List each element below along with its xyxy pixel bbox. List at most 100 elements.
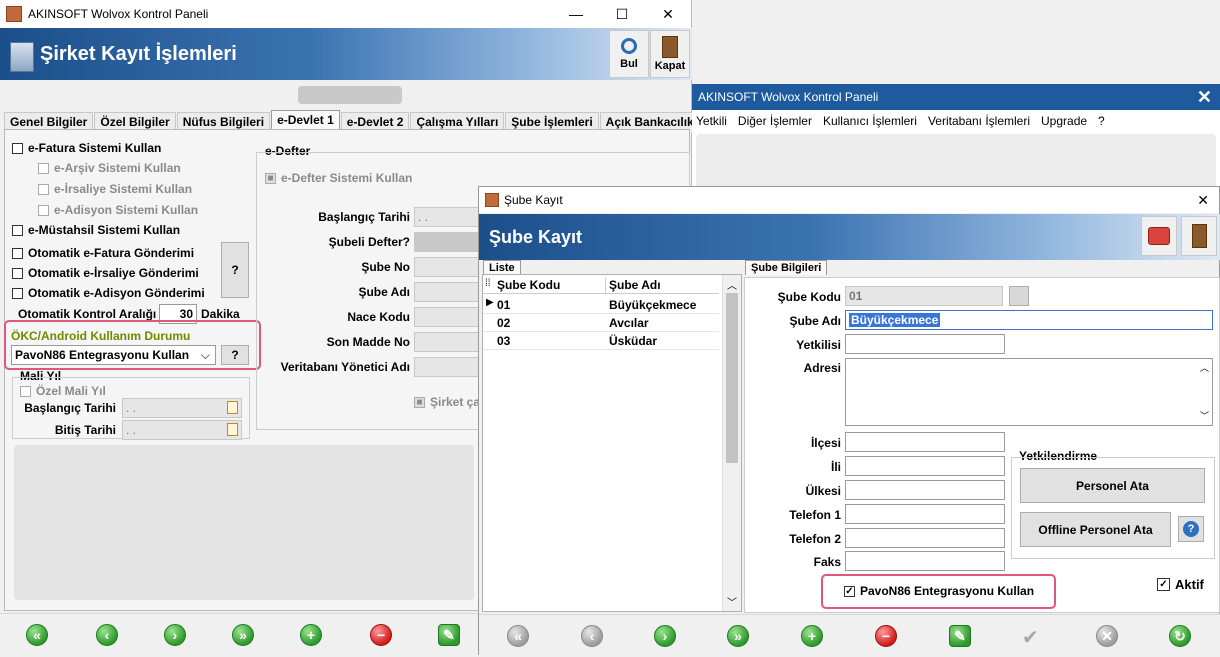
- refresh-icon[interactable]: ↻: [1169, 625, 1191, 647]
- il-label: İli: [830, 460, 841, 474]
- edefter-start-input[interactable]: . .: [414, 207, 484, 227]
- sube-no-input[interactable]: [414, 257, 484, 277]
- tab-e-devlet-1[interactable]: e-Devlet 1: [271, 110, 340, 131]
- list-header: ⁞⁞ Şube Kodu Şube Adı: [483, 277, 719, 294]
- delete-record-icon[interactable]: −: [370, 624, 392, 646]
- scroll-up-icon[interactable]: ︿: [1200, 360, 1209, 376]
- nace-kodu-label: Nace Kodu: [347, 310, 410, 324]
- prev-record-icon[interactable]: ‹: [96, 624, 118, 646]
- auto-send-help-button[interactable]: ?: [221, 242, 249, 298]
- help-icon: ?: [1183, 521, 1199, 537]
- mali-end-input[interactable]: . .: [122, 420, 242, 440]
- back-window: AKINSOFT Wolvox Kontrol Paneli ✕ Yetkili…: [692, 84, 1220, 194]
- sube-header-title: Şube Kayıt: [489, 227, 583, 247]
- telefon1-input[interactable]: [845, 504, 1005, 524]
- edit-record-icon[interactable]: ✎: [438, 624, 460, 646]
- save-record-button[interactable]: [1141, 216, 1177, 256]
- add-record-icon[interactable]: +: [801, 625, 823, 647]
- mali-start-label: Başlangıç Tarihi: [24, 401, 116, 415]
- mali-start-input[interactable]: . .: [122, 398, 242, 418]
- next-record-icon[interactable]: ›: [654, 625, 676, 647]
- sube-adi-input[interactable]: Büyükçekmece: [845, 310, 1213, 330]
- door-exit-icon: [1191, 224, 1207, 248]
- next-record-icon[interactable]: ›: [164, 624, 186, 646]
- yetkili-label: Yetkilisi: [796, 338, 841, 352]
- menu-help[interactable]: ?: [1098, 114, 1105, 128]
- maximize-icon[interactable]: ☐: [599, 0, 645, 28]
- find-button[interactable]: Bul: [609, 30, 649, 78]
- okc-select[interactable]: PavoN86 Entegrasyonu Kullan ⌵: [11, 345, 216, 365]
- ulke-input[interactable]: [845, 480, 1005, 500]
- sube-adi-input[interactable]: [414, 282, 484, 302]
- emustahsil-checkbox[interactable]: e-Müstahsil Sistemi Kullan: [12, 223, 180, 237]
- col-sube-kodu[interactable]: Şube Kodu: [497, 278, 560, 292]
- redacted-area: [14, 445, 474, 600]
- pavo-checkbox[interactable]: ✓ PavoN86 Entegrasyonu Kullan: [844, 584, 1034, 598]
- faks-input[interactable]: [845, 551, 1005, 571]
- door-exit-icon: [662, 36, 678, 58]
- il-input[interactable]: [845, 456, 1005, 476]
- scroll-up-icon[interactable]: ︿: [727, 277, 737, 292]
- menu-diger-islemler[interactable]: Diğer İşlemler: [738, 114, 812, 128]
- offline-help-button[interactable]: ?: [1178, 516, 1204, 542]
- scroll-thumb[interactable]: [726, 293, 738, 463]
- offline-personel-ata-button[interactable]: Offline Personel Ata: [1020, 512, 1171, 547]
- sube-no-label: Şube No: [361, 260, 410, 274]
- eadisyon-checkbox[interactable]: e-Adisyon Sistemi Kullan: [38, 203, 198, 217]
- first-record-icon[interactable]: «: [26, 624, 48, 646]
- efatura-checkbox[interactable]: e-Fatura Sistemi Kullan: [12, 141, 161, 155]
- ozel-mali-yil-checkbox[interactable]: Özel Mali Yıl: [20, 384, 106, 398]
- last-record-icon[interactable]: »: [232, 624, 254, 646]
- earsiv-checkbox[interactable]: e-Arşiv Sistemi Kullan: [38, 161, 181, 175]
- vt-yonetici-input[interactable]: [414, 357, 484, 377]
- tab-sube-bilgileri[interactable]: Şube Bilgileri: [745, 260, 828, 275]
- sube-nav-bar: « ‹ › » + − ✎ ✔ ✕ ↻: [479, 614, 1220, 657]
- son-madde-input[interactable]: [414, 332, 484, 352]
- personel-ata-button[interactable]: Personel Ata: [1020, 468, 1205, 503]
- edefter-checkbox[interactable]: ■ e-Defter Sistemi Kullan: [265, 171, 412, 185]
- prev-record-icon[interactable]: ‹: [581, 625, 603, 647]
- ilce-input[interactable]: [845, 432, 1005, 452]
- add-record-icon[interactable]: +: [300, 624, 322, 646]
- adres-textarea[interactable]: ︿ ﹀: [845, 358, 1213, 426]
- back-close-icon[interactable]: ✕: [1197, 87, 1212, 108]
- close-button[interactable]: Kapat: [650, 30, 690, 78]
- confirm-check-icon[interactable]: ✔: [1022, 625, 1039, 650]
- auto-control-unit: Dakika: [201, 307, 240, 321]
- scroll-down-icon[interactable]: ﹀: [727, 594, 737, 609]
- last-record-icon[interactable]: »: [727, 625, 749, 647]
- tab-liste[interactable]: Liste: [483, 260, 521, 275]
- col-sube-adi[interactable]: Şube Adı: [609, 278, 661, 292]
- first-record-icon[interactable]: «: [507, 625, 529, 647]
- table-row[interactable]: ▶ 01 Büyükçekmece: [483, 295, 719, 314]
- back-menu: Yetkili Diğer İşlemler Kullanıcı İşlemle…: [696, 114, 1105, 128]
- sube-kodu-lookup-button[interactable]: [1009, 286, 1029, 306]
- edit-record-icon[interactable]: ✎: [949, 625, 971, 647]
- sirket-checkbox[interactable]: ■ Şirket ça: [414, 395, 480, 409]
- list-scrollbar[interactable]: ︿ ﹀: [722, 275, 741, 611]
- subeli-defter-select[interactable]: [414, 232, 484, 252]
- yetkili-input[interactable]: [845, 334, 1005, 354]
- table-row[interactable]: 02 Avcılar: [483, 313, 719, 332]
- close-icon[interactable]: ✕: [645, 0, 691, 28]
- oto-eadisyon-checkbox[interactable]: Otomatik e-Adisyon Gönderimi: [12, 286, 205, 300]
- oto-eirsaliye-checkbox[interactable]: Otomatik e-İrsaliye Gönderimi: [12, 266, 199, 280]
- oto-efatura-checkbox[interactable]: Otomatik e-Fatura Gönderimi: [12, 246, 194, 260]
- cancel-icon[interactable]: ✕: [1096, 625, 1118, 647]
- telefon2-input[interactable]: [845, 528, 1005, 548]
- aktif-checkbox[interactable]: ✓ Aktif: [1157, 577, 1204, 592]
- eirsaliye-checkbox[interactable]: e-İrsaliye Sistemi Kullan: [38, 182, 192, 196]
- delete-record-icon[interactable]: −: [875, 625, 897, 647]
- table-row[interactable]: 03 Üsküdar: [483, 331, 719, 350]
- sube-close-icon[interactable]: ✕: [1197, 192, 1209, 209]
- minimize-icon[interactable]: —: [553, 0, 599, 28]
- scroll-down-icon[interactable]: ﹀: [1200, 408, 1209, 424]
- menu-veritabani-islemleri[interactable]: Veritabanı İşlemleri: [928, 114, 1030, 128]
- nace-kodu-input[interactable]: [414, 307, 484, 327]
- okc-help-button[interactable]: ?: [221, 345, 249, 365]
- menu-upgrade[interactable]: Upgrade: [1041, 114, 1087, 128]
- sube-exit-button[interactable]: [1181, 216, 1217, 256]
- menu-yetkili[interactable]: Yetkili: [696, 114, 727, 128]
- menu-kullanici-islemleri[interactable]: Kullanıcı İşlemleri: [823, 114, 917, 128]
- sube-kodu-input[interactable]: 01: [845, 286, 1003, 306]
